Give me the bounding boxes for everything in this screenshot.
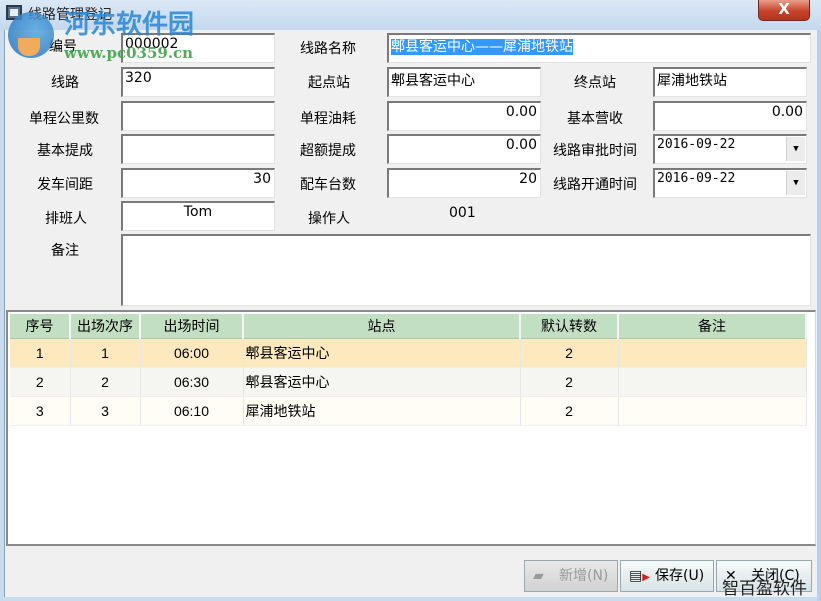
single-km-label: 单程公里数 (29, 111, 99, 127)
cell-turns: 2 (520, 367, 619, 397)
single-km-field[interactable] (121, 101, 275, 131)
title-bar[interactable]: 线路管理登记 X (0, 0, 821, 30)
code-label: 编号 (49, 39, 77, 55)
cell-station: 郫县客运中心 (243, 338, 521, 368)
excess-commission-label: 超额提成 (300, 143, 356, 159)
route-name-value: 郫县客运中心——犀浦地铁站 (391, 39, 573, 55)
start-station-label: 起点站 (308, 75, 350, 91)
operator-value: 001 (449, 205, 476, 221)
cell-remark (618, 367, 807, 397)
approval-date-label: 线路审批时间 (553, 143, 637, 159)
cell-seq: 3 (10, 396, 71, 426)
start-station-field[interactable]: 郫县客运中心 (387, 67, 541, 97)
save-icon: ▤▶ (629, 568, 650, 584)
cell-remark (618, 338, 807, 368)
cell-order: 2 (70, 367, 141, 397)
departure-interval-field[interactable]: 30 (121, 168, 275, 198)
cell-seq: 1 (10, 338, 71, 368)
base-revenue-label: 基本营收 (567, 111, 623, 127)
cell-station: 犀浦地铁站 (243, 396, 521, 426)
route-name-field[interactable]: 郫县客运中心——犀浦地铁站 (387, 33, 811, 63)
base-commission-field[interactable] (121, 134, 275, 164)
column-header-remark[interactable]: 备注 (618, 314, 807, 339)
remarks-textarea[interactable] (121, 234, 811, 306)
window-title: 线路管理登记 (28, 7, 112, 23)
cell-order: 3 (70, 396, 141, 426)
add-button-label: 新增(N) (559, 568, 609, 584)
window-border (817, 30, 821, 601)
window-close-button[interactable]: X (758, 0, 810, 21)
corner-watermark: 智百盈软件 (722, 579, 807, 599)
vehicle-count-field[interactable]: 20 (387, 168, 541, 198)
base-revenue-field[interactable]: 0.00 (653, 101, 807, 131)
table-row[interactable]: 3 3 06:10 犀浦地铁站 2 (10, 396, 807, 426)
app-icon (6, 5, 22, 20)
column-header-turns[interactable]: 默认转数 (520, 314, 619, 339)
column-header-order[interactable]: 出场次序 (70, 314, 141, 339)
scheduler-label: 排班人 (45, 211, 87, 227)
cell-time: 06:30 (140, 367, 244, 397)
route-label: 线路 (51, 75, 79, 91)
end-station-field[interactable]: 犀浦地铁站 (653, 67, 807, 97)
route-field[interactable]: 320 (121, 67, 275, 97)
schedule-grid[interactable]: 序号 出场次序 出场时间 站点 默认转数 备注 1 1 06:00 郫县客运中心… (6, 310, 816, 546)
departure-interval-label: 发车间距 (37, 177, 93, 193)
single-fuel-label: 单程油耗 (300, 111, 356, 127)
add-button[interactable]: ▰ 新增(N) (524, 560, 618, 592)
approval-date-value: 2016-09-22 (657, 137, 736, 152)
schedule-table: 序号 出场次序 出场时间 站点 默认转数 备注 1 1 06:00 郫县客运中心… (10, 314, 807, 426)
save-button-label: 保存(U) (655, 568, 705, 584)
cell-turns: 2 (520, 338, 619, 368)
operator-label: 操作人 (308, 211, 350, 227)
cell-seq: 2 (10, 367, 71, 397)
remarks-label: 备注 (51, 243, 79, 259)
opening-date-value: 2016-09-22 (657, 171, 736, 186)
column-header-time[interactable]: 出场时间 (140, 314, 244, 339)
save-button[interactable]: ▤▶ 保存(U) (620, 560, 714, 592)
table-row[interactable]: 1 1 06:00 郫县客运中心 2 (10, 338, 807, 368)
opening-date-picker[interactable]: 2016-09-22 ▼ (653, 168, 807, 198)
end-station-label: 终点站 (574, 75, 616, 91)
cell-turns: 2 (520, 396, 619, 426)
vehicle-count-label: 配车台数 (300, 177, 356, 193)
approval-date-picker[interactable]: 2016-09-22 ▼ (653, 134, 807, 164)
opening-date-label: 线路开通时间 (553, 177, 637, 193)
add-record-icon: ▰ (533, 568, 544, 584)
cell-time: 06:10 (140, 396, 244, 426)
scheduler-field[interactable]: Tom (121, 201, 275, 231)
route-name-label: 线路名称 (300, 41, 356, 57)
grid-header-row: 序号 出场次序 出场时间 站点 默认转数 备注 (10, 314, 807, 339)
code-field[interactable]: 000002 (121, 33, 275, 63)
cell-remark (618, 396, 807, 426)
single-fuel-field[interactable]: 0.00 (387, 101, 541, 131)
dialog-client-area: 编号 000002 线路名称 郫县客运中心——犀浦地铁站 线路 320 起点站 … (4, 30, 819, 597)
cell-order: 1 (70, 338, 141, 368)
base-commission-label: 基本提成 (37, 143, 93, 159)
chevron-down-icon[interactable]: ▼ (786, 171, 805, 195)
excess-commission-field[interactable]: 0.00 (387, 134, 541, 164)
chevron-down-icon[interactable]: ▼ (786, 137, 805, 161)
cell-time: 06:00 (140, 338, 244, 368)
column-header-station[interactable]: 站点 (243, 314, 521, 339)
column-header-seq[interactable]: 序号 (10, 314, 71, 339)
cell-station: 郫县客运中心 (243, 367, 521, 397)
table-row[interactable]: 2 2 06:30 郫县客运中心 2 (10, 367, 807, 397)
